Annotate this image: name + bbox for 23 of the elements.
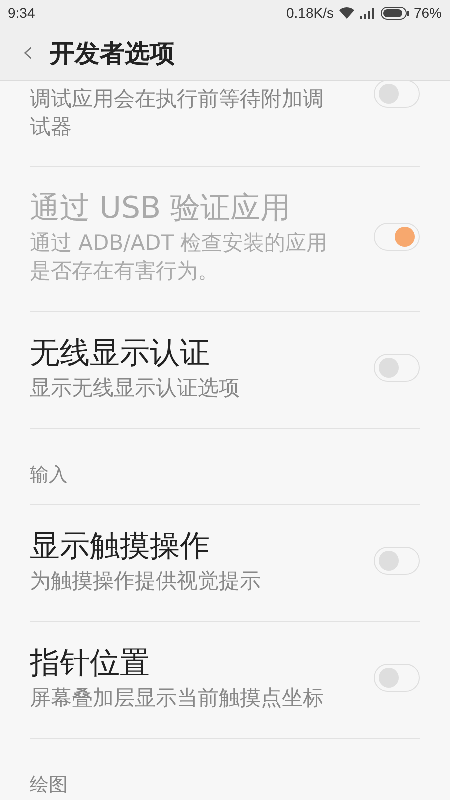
category-header: 绘图 (30, 773, 69, 798)
setting-title: 无线显示认证 (30, 335, 211, 373)
setting-summary: 调试应用会在执行前等待附加调试器 (30, 86, 325, 141)
toggle-switch[interactable] (374, 354, 420, 382)
toggle-switch[interactable] (374, 547, 420, 575)
battery-icon (380, 6, 409, 20)
battery-percent: 76% (414, 5, 442, 21)
setting-title: 显示触摸操作 (30, 528, 211, 566)
setting-title: 通过 USB 验证应用 (30, 190, 292, 228)
toggle-switch[interactable] (374, 80, 420, 108)
category-header: 输入 (30, 429, 420, 505)
setting-title: 指针位置 (30, 645, 151, 683)
status-time: 9:34 (8, 5, 36, 21)
toggle-switch[interactable] (374, 664, 420, 692)
network-speed: 0.18K/s (286, 5, 334, 21)
wifi-icon (338, 7, 355, 19)
page-title: 开发者选项 (50, 38, 175, 70)
setting-summary: 显示无线显示认证选项 (30, 375, 241, 402)
setting-summary: 屏幕叠加层显示当前触摸点坐标 (30, 685, 325, 712)
signal-icon (360, 8, 376, 18)
setting-summary: 为触摸操作提供视觉提示 (30, 568, 262, 595)
back-button[interactable]: ‹ (18, 33, 38, 73)
setting-summary: 通过 ADB/ADT 检查安装的应用是否存在有害行为。 (30, 230, 329, 285)
